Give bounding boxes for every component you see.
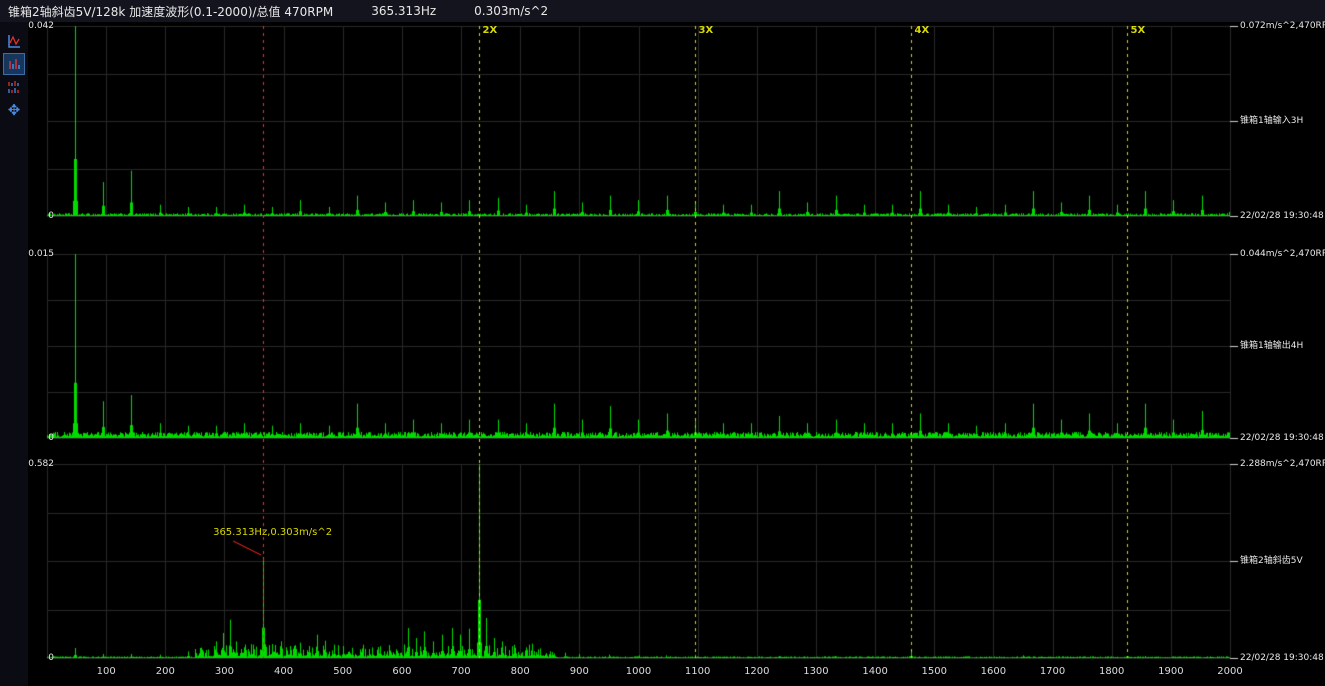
chart2-channel-label: 锥箱1轴输出4H (1240, 341, 1325, 351)
chart2-range-label: 0.044m/s^2,470RPM (1240, 249, 1325, 259)
main-area: ✥ 0.042 0 0.015 0 0.582 0 0.072m/s^2,470… (0, 22, 1325, 686)
chart2-ymin-label: 0 (28, 433, 54, 443)
x-axis-tick-label: 1400 (855, 666, 895, 677)
x-axis-tick-label: 200 (145, 666, 185, 677)
x-axis-tick-label: 1100 (678, 666, 718, 677)
x-axis-tick-label: 1800 (1092, 666, 1132, 677)
x-axis-tick-label: 1600 (973, 666, 1013, 677)
chart3-channel-label: 锥箱2轴斜齿5V (1240, 556, 1325, 566)
x-axis-tick-label: 1900 (1151, 666, 1191, 677)
x-axis-tick-label: 1200 (737, 666, 777, 677)
spectrum-icon[interactable] (4, 54, 24, 74)
pan-icon[interactable]: ✥ (4, 100, 24, 120)
x-axis-tick-label: 2000 (1210, 666, 1250, 677)
chart3-ymax-label: 0.582 (28, 459, 54, 469)
plot-region: 0.042 0 0.015 0 0.582 0 0.072m/s^2,470RP… (28, 22, 1325, 686)
peak-annotation: 365.313Hz,0.303m/s^2 (213, 527, 332, 538)
harmonic-cursor-label-4X[interactable]: 4X (915, 25, 930, 36)
harmonic-cursor-label-5X[interactable]: 5X (1131, 25, 1146, 36)
chart3-timestamp: 22/02/28 19:30:48 (1240, 653, 1325, 663)
x-axis-tick-label: 1300 (796, 666, 836, 677)
window-title: 锥箱2轴斜齿5V/128k 加速度波形(0.1-2000)/总值 470RPM (8, 3, 333, 20)
x-axis-tick-label: 300 (204, 666, 244, 677)
app-window: 锥箱2轴斜齿5V/128k 加速度波形(0.1-2000)/总值 470RPM … (0, 0, 1325, 686)
chart3-range-label: 2.288m/s^2,470RPM (1240, 459, 1325, 469)
tool-sidebar: ✥ (0, 22, 28, 686)
harmonic-cursor-label-3X[interactable]: 3X (699, 25, 714, 36)
x-axis-tick-label: 1700 (1033, 666, 1073, 677)
chart1-timestamp: 22/02/28 19:30:48 (1240, 211, 1325, 221)
chart1-channel-label: 锥箱1轴输入3H (1240, 116, 1325, 126)
x-axis-tick-label: 800 (500, 666, 540, 677)
chart1-ymin-label: 0 (28, 211, 54, 221)
x-axis-tick-label: 1500 (914, 666, 954, 677)
waveform-icon[interactable] (4, 31, 24, 51)
chart2-timestamp: 22/02/28 19:30:48 (1240, 433, 1325, 443)
title-bar: 锥箱2轴斜齿5V/128k 加速度波形(0.1-2000)/总值 470RPM … (0, 0, 1325, 22)
spectrum-canvas[interactable] (28, 22, 1325, 686)
x-axis-tick-label: 900 (559, 666, 599, 677)
x-axis-tick-label: 1000 (619, 666, 659, 677)
x-axis-tick-label: 600 (382, 666, 422, 677)
chart2-ymax-label: 0.015 (28, 249, 54, 259)
x-axis-tick-label: 500 (323, 666, 363, 677)
x-axis-tick-label: 400 (264, 666, 304, 677)
x-axis-tick-label: 100 (86, 666, 126, 677)
chart3-ymin-label: 0 (28, 653, 54, 663)
chart1-range-label: 0.072m/s^2,470RPM (1240, 21, 1325, 31)
harmonic-cursor-label-2X[interactable]: 2X (483, 25, 498, 36)
frequency-readout: 365.313Hz (371, 4, 436, 18)
x-axis-tick-label: 700 (441, 666, 481, 677)
amplitude-readout: 0.303m/s^2 (474, 4, 548, 18)
chart1-ymax-label: 0.042 (28, 21, 54, 31)
multi-trace-icon[interactable] (4, 77, 24, 97)
